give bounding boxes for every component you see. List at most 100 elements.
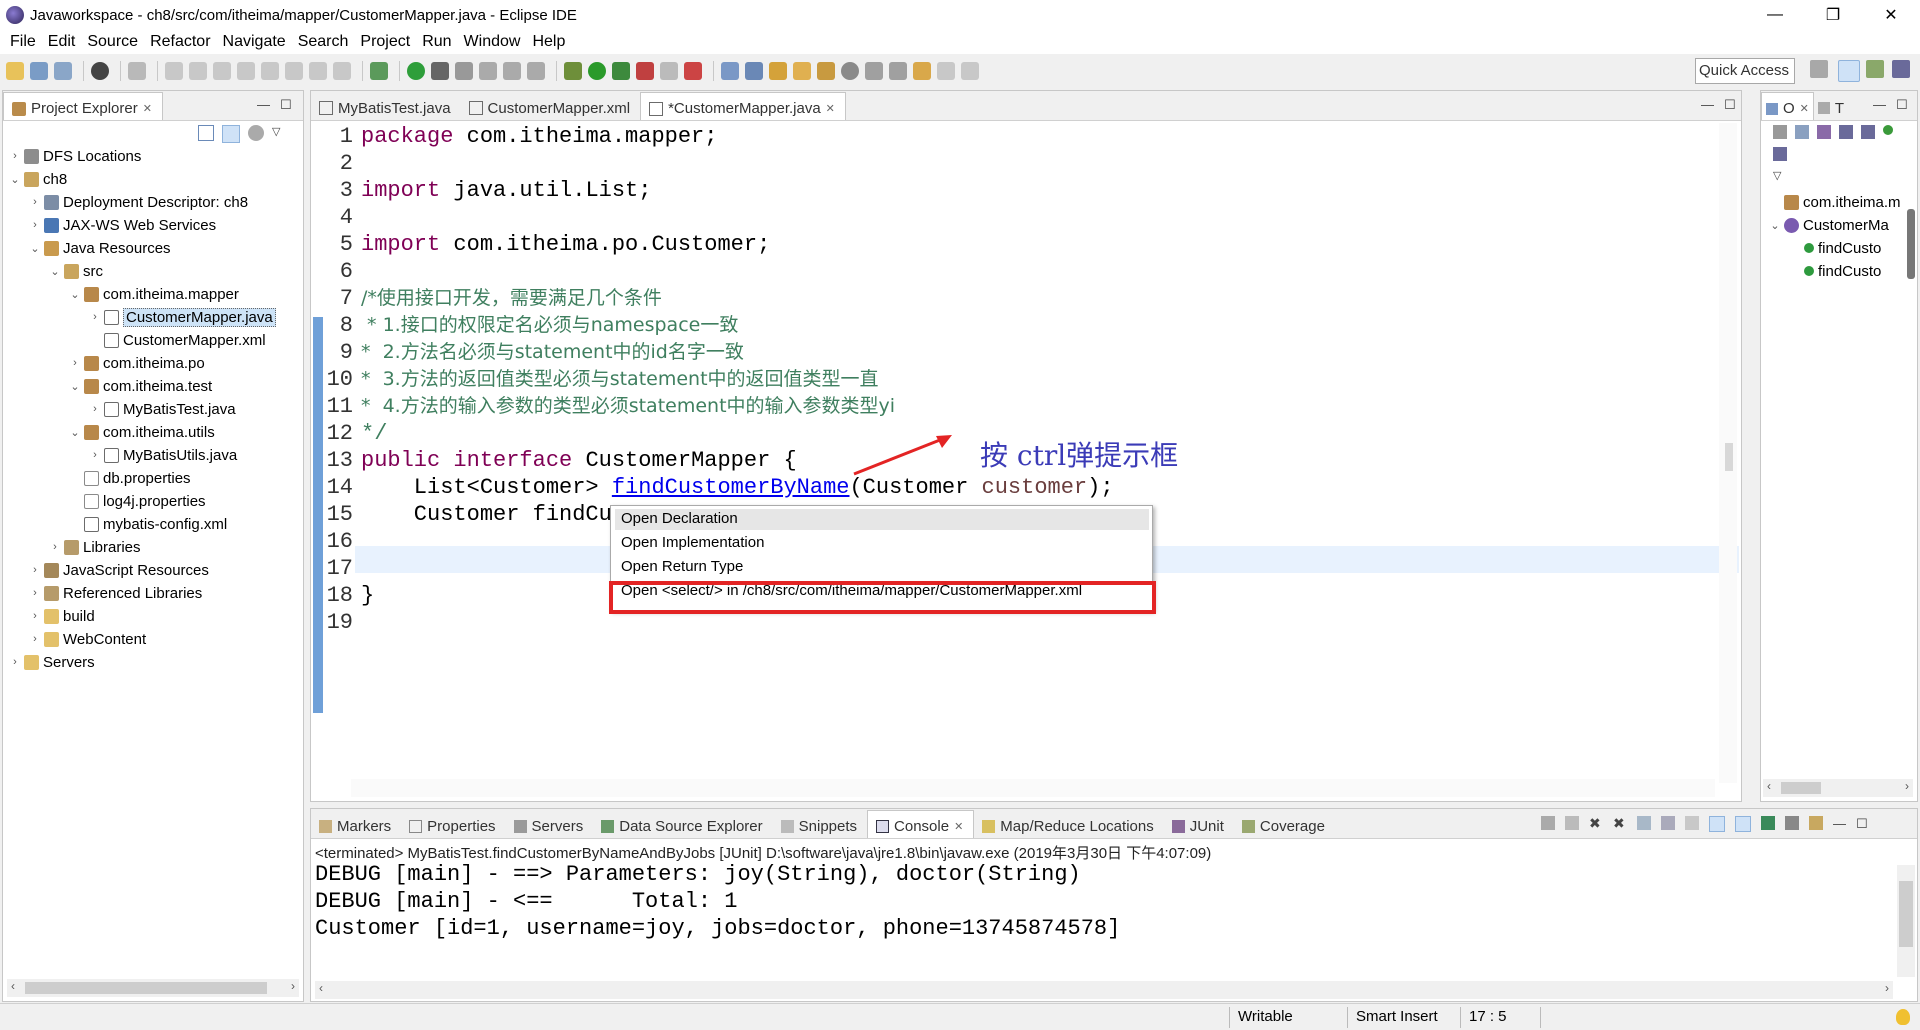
back-icon[interactable]	[937, 62, 955, 80]
display-console-icon[interactable]	[1785, 816, 1799, 830]
block-selection-icon[interactable]	[479, 62, 497, 80]
tab-mybatistest-java[interactable]: MyBatisTest.java	[311, 92, 461, 120]
editor-horizontal-scrollbar[interactable]	[351, 779, 1715, 797]
resume-icon[interactable]	[165, 62, 183, 80]
quick-access-input[interactable]: Quick Access	[1695, 58, 1795, 84]
menu-project[interactable]: Project	[354, 33, 416, 51]
previous-annotation-icon[interactable]	[889, 62, 907, 80]
skip-breakpoints-icon[interactable]	[128, 62, 146, 80]
tree-item-package-po[interactable]: › com.itheima.po	[69, 352, 205, 374]
tree-item-package-test[interactable]: ⌄ com.itheima.test	[69, 375, 212, 397]
scroll-left-icon[interactable]: ‹	[319, 981, 323, 995]
tree-item-package-utils[interactable]: ⌄ com.itheima.utils	[69, 421, 214, 443]
hadoop-icon[interactable]	[431, 62, 449, 80]
outline-item-method[interactable]: findCusto	[1789, 260, 1881, 282]
step-into-icon[interactable]	[237, 62, 255, 80]
minimize-button[interactable]: —	[1746, 0, 1804, 30]
minimize-icon[interactable]: —	[257, 97, 270, 113]
tab-outline[interactable]: O ✕	[1761, 92, 1814, 120]
close-icon[interactable]: ✕	[1800, 102, 1809, 115]
tree-item-dfs-locations[interactable]: › DFS Locations	[9, 145, 141, 167]
tree-item-src[interactable]: ⌄ src	[49, 260, 103, 282]
profile-icon[interactable]	[91, 62, 109, 80]
minimize-icon[interactable]: —	[1873, 97, 1886, 113]
menu-refactor[interactable]: Refactor	[144, 33, 216, 51]
save-all-icon[interactable]	[54, 62, 72, 80]
tab-data-source-explorer[interactable]: Data Source Explorer	[593, 810, 772, 838]
tab-markers[interactable]: Markers	[311, 810, 401, 838]
save-icon[interactable]	[30, 62, 48, 80]
external-tools-icon[interactable]	[636, 62, 654, 80]
tab-customermapper-xml[interactable]: CustomerMapper.xml	[461, 92, 641, 120]
open-type-icon[interactable]	[769, 62, 787, 80]
new-console-icon[interactable]	[1809, 816, 1823, 830]
popup-item-open-implementation[interactable]: Open Implementation	[621, 531, 764, 555]
tree-item-db-properties[interactable]: db.properties	[69, 467, 191, 489]
find-customer-by-name-link[interactable]: findCustomerByName	[612, 475, 850, 500]
tree-item-mybatistest-java[interactable]: › MyBatisTest.java	[89, 398, 235, 420]
menu-run[interactable]: Run	[416, 33, 457, 51]
new-package-icon[interactable]	[745, 62, 763, 80]
tree-item-log4j-properties[interactable]: log4j.properties	[69, 490, 206, 512]
last-edit-icon[interactable]	[913, 62, 931, 80]
sort-icon[interactable]	[1795, 125, 1809, 139]
chevron-down-icon[interactable]: ▽	[272, 125, 280, 143]
minimize-icon[interactable]: —	[1833, 816, 1846, 832]
tree-item-java-resources[interactable]: ⌄ Java Resources	[29, 237, 170, 259]
open-perspective-icon[interactable]	[1810, 60, 1828, 78]
stop-icon[interactable]	[660, 62, 678, 80]
step-return-icon[interactable]	[285, 62, 303, 80]
next-annotation-icon[interactable]	[865, 62, 883, 80]
hide-non-public-icon[interactable]	[1861, 125, 1875, 139]
chevron-down-icon[interactable]: ▽	[1773, 169, 1913, 182]
lightbulb-icon[interactable]	[1896, 1009, 1910, 1025]
tab-properties[interactable]: Properties	[401, 810, 505, 838]
popup-item-open-return-type[interactable]: Open Return Type	[621, 555, 743, 579]
outline-item-method[interactable]: findCusto	[1789, 237, 1881, 259]
hide-static-icon[interactable]	[1839, 125, 1853, 139]
tree-item-build[interactable]: › build	[29, 605, 95, 627]
scroll-right-icon[interactable]: ›	[291, 979, 295, 993]
debug-icon[interactable]	[564, 62, 582, 80]
suspend-icon[interactable]	[189, 62, 207, 80]
tree-item-libraries[interactable]: › Libraries	[49, 536, 140, 558]
tab-customermapper-java[interactable]: *CustomerMapper.java ✕	[640, 92, 846, 120]
close-icon[interactable]: ✕	[826, 102, 835, 115]
tree-item-mybatisutils-java[interactable]: › MyBatisUtils.java	[89, 444, 237, 466]
server-start-icon[interactable]	[407, 62, 425, 80]
maximize-icon[interactable]: ☐	[1856, 816, 1868, 832]
outline-horizontal-scrollbar[interactable]: ‹ ›	[1763, 779, 1913, 797]
forward-icon[interactable]	[961, 62, 979, 80]
word-wrap-icon[interactable]	[1685, 816, 1699, 830]
tree-item-jax-ws[interactable]: › JAX-WS Web Services	[29, 214, 216, 236]
scroll-right-icon[interactable]: ›	[1905, 779, 1909, 793]
maximize-icon[interactable]: ☐	[1724, 97, 1736, 113]
tree-item-deployment-descriptor[interactable]: › Deployment Descriptor: ch8	[29, 191, 248, 213]
console-output[interactable]: DEBUG [main] - ==> Parameters: joy(Strin…	[315, 861, 1120, 942]
outline-scroll-thumb[interactable]	[1907, 209, 1915, 279]
run-icon[interactable]	[588, 62, 606, 80]
tree-item-ch8[interactable]: ⌄ ch8	[9, 168, 67, 190]
maximize-icon[interactable]: ☐	[1896, 97, 1908, 113]
search-icon[interactable]	[817, 62, 835, 80]
menu-search[interactable]: Search	[292, 33, 355, 51]
mark-occurrences-icon[interactable]	[455, 62, 473, 80]
close-icon[interactable]: ✕	[143, 102, 152, 115]
remove-all-icon[interactable]: ✖	[1613, 816, 1627, 830]
debug-perspective-icon[interactable]	[1892, 60, 1910, 78]
terminate-icon[interactable]	[213, 62, 231, 80]
scroll-left-icon[interactable]: ‹	[1767, 779, 1771, 793]
menu-source[interactable]: Source	[81, 33, 144, 51]
menu-edit[interactable]: Edit	[42, 33, 82, 51]
menu-window[interactable]: Window	[458, 33, 527, 51]
tree-item-webcontent[interactable]: › WebContent	[29, 628, 146, 650]
link-with-editor-icon[interactable]	[222, 125, 240, 143]
tree-item-referenced-libraries[interactable]: › Referenced Libraries	[29, 582, 202, 604]
use-step-filters-icon[interactable]	[333, 62, 351, 80]
outline-item-imports[interactable]: com.itheima.m	[1769, 191, 1901, 213]
collapse-all-icon[interactable]	[198, 125, 214, 141]
close-button[interactable]: ✕	[1862, 0, 1920, 30]
tree-item-customermapper-xml[interactable]: CustomerMapper.xml	[89, 329, 266, 351]
new-server-icon[interactable]	[684, 62, 702, 80]
menu-navigate[interactable]: Navigate	[217, 33, 292, 51]
